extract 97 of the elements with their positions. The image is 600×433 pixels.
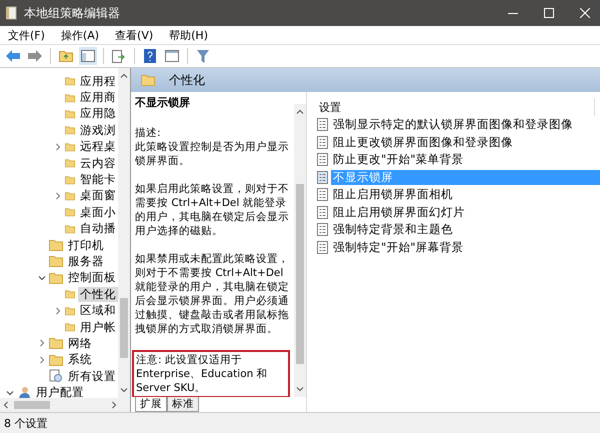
chevron-right-icon[interactable] (38, 356, 46, 364)
tree-item[interactable]: 游戏浏 (78, 122, 118, 138)
status-text: 8 个设置 (4, 416, 48, 430)
scroll-down-icon[interactable] (296, 385, 304, 393)
tree-item[interactable]: 个性化 (78, 286, 118, 302)
tree-item[interactable]: 区域和 (78, 303, 118, 318)
tree-item[interactable]: 打印机 (66, 238, 106, 253)
chevron-right-icon[interactable] (54, 306, 62, 315)
user-icon (17, 386, 31, 398)
view-tab[interactable]: 扩展 (135, 397, 167, 412)
vertical-scrollbar[interactable] (118, 68, 130, 398)
app-icon (6, 6, 18, 20)
folder-icon (49, 255, 63, 268)
show-pane-icon[interactable] (163, 47, 181, 65)
folder-icon (65, 140, 75, 153)
tree-item[interactable]: 用户帐 (78, 320, 118, 335)
vertical-scrollbar[interactable] (294, 104, 306, 397)
tree-item[interactable]: 用户配置 (34, 385, 86, 398)
description-paragraph: 如果启用此策略设置，则对于不需要按 Ctrl+Alt+Del 就能登录的用户，其电脑在锁定后会显示用户选择的磁贴。 (135, 182, 290, 238)
folder-icon (141, 74, 155, 86)
chevron-down-icon[interactable] (38, 274, 46, 282)
tree-item[interactable]: 网络 (66, 336, 94, 351)
tree-item[interactable]: 系统 (66, 352, 94, 368)
description-paragraph: 描述: 此策略设置控制是否为用户显示锁屏界面。 (135, 126, 290, 168)
tree-item[interactable]: 服务器 (66, 254, 106, 269)
document-icon (317, 240, 328, 254)
maximize-icon (544, 8, 554, 18)
tree-item[interactable]: 远程桌 (78, 139, 118, 154)
scroll-up-icon[interactable] (120, 72, 128, 80)
help-icon[interactable] (141, 47, 159, 65)
tree-item[interactable]: 自动播 (78, 221, 118, 236)
document-icon (317, 170, 328, 184)
settings-icon (49, 369, 63, 384)
setting-item[interactable]: 阻止启用锁屏界面幻灯片 (331, 204, 467, 220)
document-icon (317, 223, 328, 236)
tree-item[interactable]: 桌面小 (78, 204, 118, 220)
document-icon (317, 136, 328, 149)
scroll-down-icon[interactable] (120, 386, 128, 394)
setting-item[interactable]: 阻止启用锁屏界面相机 (331, 187, 455, 202)
folder-icon (65, 190, 75, 202)
menu-item[interactable]: 操作(A) (60, 28, 100, 42)
setting-item[interactable]: 防止更改"开始"菜单背景 (331, 152, 466, 168)
chevron-right-icon[interactable] (54, 142, 62, 151)
folder-icon (65, 174, 75, 186)
setting-item[interactable]: 强制特定背景和主题色 (331, 222, 455, 238)
scroll-left-icon[interactable] (2, 401, 10, 409)
tree-item[interactable]: 所有设置 (66, 368, 118, 384)
folder-icon (49, 354, 63, 366)
folder-icon (49, 337, 63, 350)
folder-icon (65, 321, 75, 334)
document-icon (317, 206, 328, 219)
horizontal-scrollbar[interactable] (0, 398, 130, 412)
document-icon (317, 188, 328, 202)
tree-item[interactable]: 应用程 (78, 74, 118, 89)
column-header[interactable]: 设置 (315, 98, 595, 116)
setting-item[interactable]: 阻止更改锁屏界面图像和登录图像 (331, 134, 515, 150)
filter-icon[interactable] (194, 47, 212, 65)
chevron-down-icon[interactable] (6, 388, 14, 397)
folder-icon (65, 288, 75, 300)
folder-icon (65, 206, 75, 218)
chevron-right-icon[interactable] (54, 192, 62, 200)
tree-item[interactable]: 云内容 (78, 156, 118, 171)
scroll-up-icon[interactable] (296, 108, 304, 116)
folder-icon (65, 108, 75, 120)
window-title: 本地组策略编辑器 (24, 4, 121, 22)
folder-icon (65, 124, 75, 136)
folder-icon (65, 157, 75, 170)
document-icon (317, 153, 328, 166)
scroll-right-icon[interactable] (110, 401, 118, 409)
setting-item[interactable]: 强制显示特定的默认锁屏界面图像和登录图像 (331, 117, 575, 132)
close-icon (580, 8, 590, 18)
scroll-thumb[interactable] (296, 184, 304, 364)
setting-title: 不显示锁屏 (135, 96, 191, 110)
folder-icon (65, 304, 75, 317)
menu-item[interactable]: 帮助(H) (169, 28, 208, 42)
tree-item[interactable]: 应用隐 (78, 106, 118, 122)
description-paragraph: 如果禁用或未配置此策略设置，则对于不需要按 Ctrl+Alt+Del 就能登录的用户，其电脑在锁定后会显示锁屏界面。用户必须通过触摸、键盘敲击或者用鼠标拖拽锁屏的方式取消锁屏界面。 (135, 252, 290, 336)
scroll-thumb[interactable] (14, 401, 50, 409)
tree-item[interactable]: 桌面窗 (78, 188, 118, 204)
folder-icon (65, 92, 75, 104)
console-tree-icon[interactable] (79, 47, 97, 65)
document-icon (317, 118, 328, 132)
scroll-thumb[interactable] (120, 298, 128, 358)
menu-item[interactable]: 文件(F) (8, 28, 45, 42)
setting-item[interactable]: 强制特定"开始"屏幕背景 (331, 240, 466, 255)
tree-item[interactable]: 控制面板 (66, 270, 118, 286)
pane-title: 个性化 (169, 72, 205, 88)
chevron-right-icon[interactable] (38, 339, 46, 348)
tree-item[interactable]: 智能卡 (78, 172, 118, 188)
folder-icon (49, 272, 63, 284)
forward-button[interactable] (26, 47, 44, 65)
folder-icon (49, 239, 63, 252)
tree-item[interactable]: 应用商 (78, 90, 118, 106)
folder-icon (65, 222, 75, 235)
folder-icon (65, 75, 75, 88)
menu-item[interactable]: 查看(V) (115, 28, 154, 42)
view-tab[interactable]: 标准 (167, 397, 199, 412)
